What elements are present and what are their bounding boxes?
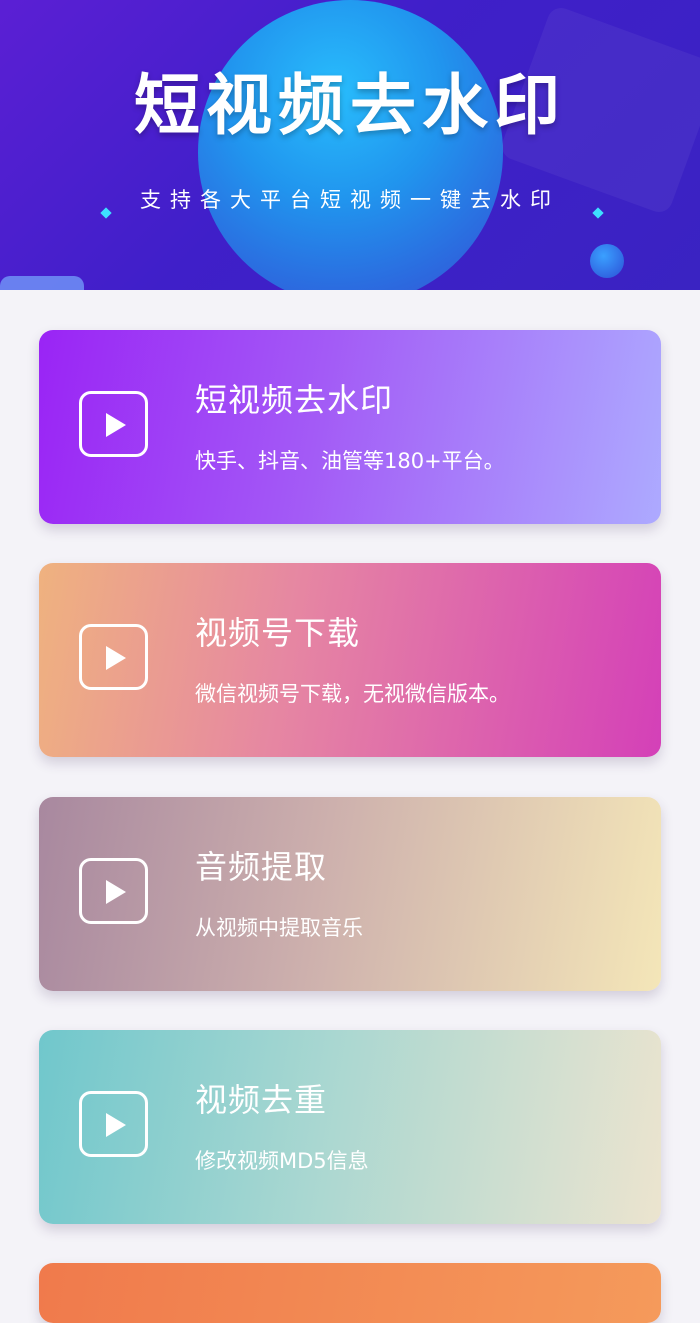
card-desc: 从视频中提取音乐 [195, 916, 363, 940]
card-desc: 修改视频MD5信息 [195, 1149, 369, 1173]
card-title: 音频提取 [195, 848, 328, 886]
play-icon [79, 391, 148, 457]
banner-tab-decoration [0, 276, 84, 290]
card-audio-extract[interactable]: 音频提取 从视频中提取音乐 [39, 797, 661, 991]
card-partial[interactable] [39, 1263, 661, 1323]
play-icon [79, 858, 148, 924]
play-icon [79, 624, 148, 690]
card-channels-download[interactable]: 视频号下载 微信视频号下载，无视微信版本。 [39, 563, 661, 757]
play-icon [79, 1091, 148, 1157]
banner-dot-decoration [590, 244, 624, 278]
card-desc: 微信视频号下载，无视微信版本。 [195, 682, 510, 706]
page-title: 短视频去水印 [134, 67, 566, 144]
header-banner: 短视频去水印 支持各大平台短视频一键去水印 [0, 0, 700, 290]
card-desc: 快手、抖音、油管等180+平台。 [195, 449, 505, 473]
card-title: 短视频去水印 [195, 381, 394, 419]
card-video-dedup[interactable]: 视频去重 修改视频MD5信息 [39, 1030, 661, 1224]
page-subtitle: 支持各大平台短视频一键去水印 [140, 188, 560, 212]
card-watermark-removal[interactable]: 短视频去水印 快手、抖音、油管等180+平台。 [39, 330, 661, 524]
card-title: 视频去重 [195, 1081, 328, 1119]
card-title: 视频号下载 [195, 614, 361, 652]
